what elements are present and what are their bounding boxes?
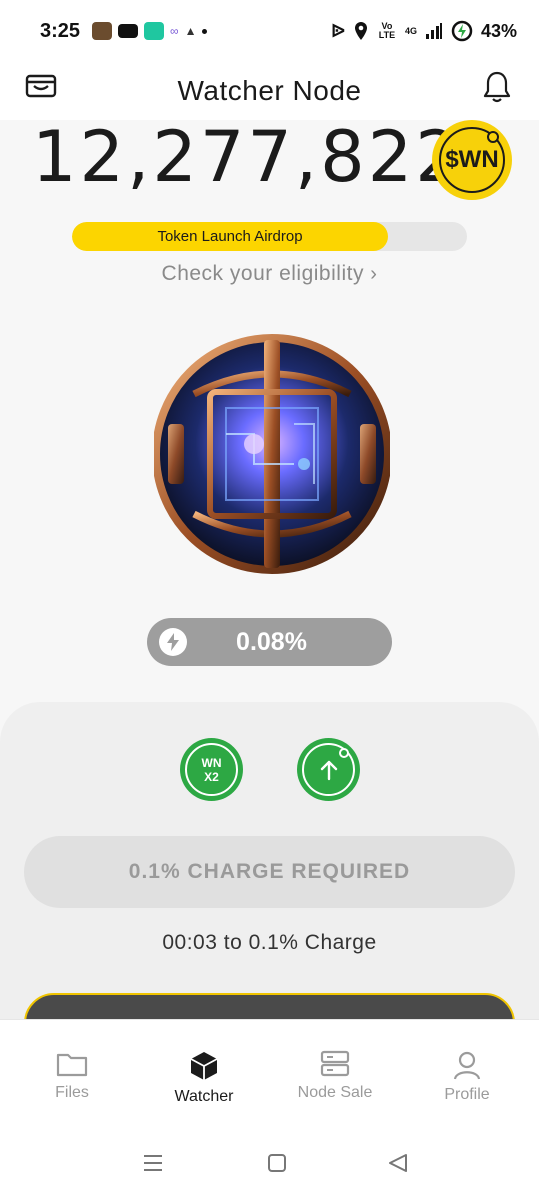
- eligibility-text: Check your eligibility: [161, 262, 364, 285]
- person-icon: [453, 1051, 481, 1080]
- nav-label-watcher: Watcher: [174, 1088, 234, 1105]
- back-icon[interactable]: [388, 1154, 408, 1172]
- cube-icon: [190, 1052, 218, 1080]
- bluetooth-icon: ᐉ: [331, 20, 345, 41]
- wn-x2-boost-button[interactable]: WN X2: [180, 738, 243, 801]
- charge-countdown: 00:03 to 0.1% Charge: [162, 931, 377, 954]
- network-label: 4G: [404, 26, 417, 36]
- home-icon[interactable]: [267, 1154, 287, 1172]
- status-time: 3:25: [40, 19, 81, 42]
- youtube-icon: [118, 24, 139, 38]
- airdrop-progress-fill: Token Launch Airdrop: [72, 222, 388, 251]
- airdrop-label: Token Launch Airdrop: [157, 228, 303, 245]
- upgrade-button[interactable]: [297, 738, 360, 801]
- system-nav-bar: [0, 1140, 539, 1190]
- system-icons: ᐉ Vo LTE 4G 43%: [331, 20, 517, 42]
- location-icon: [354, 22, 367, 40]
- nav-label-node-sale: Node Sale: [297, 1084, 373, 1101]
- nav-item-watcher[interactable]: Watcher: [144, 1050, 264, 1106]
- battery-percent: 43%: [480, 20, 517, 41]
- check-eligibility-link[interactable]: Check your eligibility ›: [0, 262, 539, 286]
- bell-icon[interactable]: [482, 70, 512, 104]
- lightning-icon: [159, 628, 187, 656]
- app-header: Watcher Node: [0, 62, 539, 120]
- status-bar: 3:25 ∞ ▲ ᐉ Vo LTE 4G 43%: [0, 0, 539, 62]
- nav-item-profile[interactable]: Profile: [407, 1050, 527, 1104]
- chart-app-icon: ▲: [184, 24, 197, 38]
- signal-icon: [425, 23, 442, 39]
- volte-label: Vo LTE: [378, 21, 396, 40]
- server-icon: [320, 1050, 350, 1077]
- game-app-icon: [92, 22, 113, 40]
- arrow-up-icon: [320, 760, 337, 780]
- token-balance: 12,277,822: [32, 116, 463, 198]
- charge-percent: 0.08%: [236, 627, 307, 656]
- recent-apps-icon[interactable]: [143, 1154, 163, 1172]
- watcher-orb-image[interactable]: [154, 334, 390, 574]
- link-app-icon: ∞: [170, 24, 179, 38]
- charge-required-label: 0.1% CHARGE REQUIRED: [128, 860, 411, 883]
- airdrop-progress-bar: Token Launch Airdrop: [72, 222, 467, 251]
- wn-token-logo: $WN: [432, 120, 512, 200]
- boost-line1: WN: [201, 755, 222, 770]
- dot-icon: [202, 28, 208, 34]
- nav-label-profile: Profile: [444, 1086, 490, 1103]
- folder-icon: [56, 1053, 88, 1077]
- charge-indicator: 0.08%: [147, 618, 392, 666]
- battery-charging-icon: [451, 20, 473, 42]
- charge-required-button[interactable]: 0.1% CHARGE REQUIRED: [24, 836, 515, 908]
- chevron-right-icon: ›: [370, 263, 378, 285]
- nav-label-files: Files: [55, 1084, 89, 1101]
- nav-item-node-sale[interactable]: Node Sale: [275, 1050, 395, 1102]
- wallet-icon[interactable]: [25, 72, 57, 100]
- token-symbol: $WN: [445, 146, 499, 173]
- page-title: Watcher Node: [177, 75, 362, 106]
- sprout-app-icon: [144, 22, 165, 40]
- nav-item-files[interactable]: Files: [12, 1050, 132, 1102]
- notification-icons: ∞ ▲: [92, 22, 208, 40]
- boost-line2: X2: [204, 769, 219, 784]
